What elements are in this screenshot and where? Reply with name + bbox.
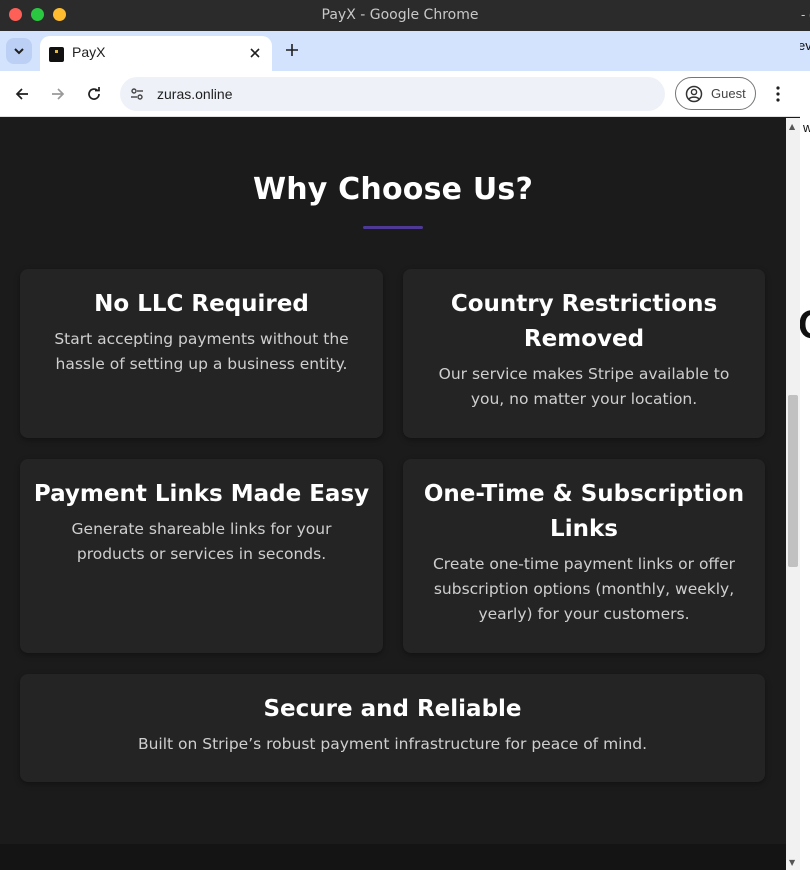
tab-close-button[interactable]	[246, 44, 264, 62]
close-icon	[250, 48, 260, 58]
plus-icon	[286, 44, 298, 56]
background-window-text: w	[803, 120, 810, 135]
footer-section	[0, 844, 786, 870]
scrollbar-thumb[interactable]	[788, 395, 798, 567]
account-circle-icon	[685, 85, 703, 103]
tab-payx[interactable]: PayX	[40, 36, 272, 71]
background-window: - ( ev w C	[800, 0, 810, 870]
feature-card-description: Built on Stripe’s robust payment infrast…	[137, 735, 648, 753]
page-scrollbar[interactable]: ▲ ▼	[786, 118, 800, 870]
feature-card-title: Secure and Reliable	[263, 696, 522, 722]
feature-card-description: Our service makes Stripe available to yo…	[438, 365, 730, 408]
profile-label: Guest	[711, 86, 746, 101]
payx-favicon-icon	[49, 47, 64, 62]
chevron-down-icon	[14, 48, 24, 55]
background-window-text: C	[800, 303, 810, 348]
background-window-text: ev	[800, 38, 810, 53]
tune-icon	[131, 88, 143, 100]
address-bar[interactable]: zuras.online	[120, 77, 665, 111]
more-vert-icon	[776, 86, 780, 102]
browser-toolbar: zuras.online Guest	[0, 71, 800, 117]
feature-card-description: Generate shareable links for your produc…	[71, 520, 332, 563]
feature-card: Country Restrictions Removed Our service…	[403, 269, 765, 438]
forward-button[interactable]	[47, 83, 69, 105]
feature-card-description: Start accepting payments without the has…	[54, 330, 349, 373]
feature-card-title: Country Restrictions Removed	[450, 291, 718, 352]
site-info-button[interactable]	[128, 85, 146, 103]
feature-card-title: No LLC Required	[94, 291, 309, 317]
feature-card-title: One-Time & Subscription Links	[423, 481, 745, 542]
reload-button[interactable]	[83, 83, 105, 105]
window-titlebar: PayX - Google Chrome	[0, 0, 800, 31]
scroll-down-arrow-icon[interactable]: ▼	[789, 858, 795, 867]
feature-card: Payment Links Made Easy Generate shareab…	[20, 459, 383, 653]
arrow-right-icon	[52, 88, 65, 100]
arrow-left-icon	[15, 88, 28, 100]
background-window-text: - (	[801, 7, 810, 22]
back-button[interactable]	[11, 83, 33, 105]
tab-search-button[interactable]	[6, 38, 32, 64]
section-heading: Why Choose Us?	[252, 172, 534, 207]
new-tab-button[interactable]	[282, 40, 302, 60]
feature-card-description: Create one-time payment links or offer s…	[432, 555, 736, 623]
tab-strip: PayX	[0, 31, 800, 71]
scroll-up-arrow-icon[interactable]: ▲	[789, 122, 795, 131]
page-viewport: Why Choose Us? No LLC Required Start acc…	[0, 118, 786, 870]
reload-icon	[88, 87, 100, 100]
feature-card: One-Time & Subscription Links Create one…	[403, 459, 765, 653]
feature-card: No LLC Required Start accepting payments…	[20, 269, 383, 438]
heading-underline	[363, 226, 423, 229]
feature-card: Secure and Reliable Built on Stripe’s ro…	[20, 674, 765, 782]
feature-card-title: Payment Links Made Easy	[33, 481, 370, 507]
tab-title: PayX	[72, 44, 106, 60]
window-title: PayX - Google Chrome	[321, 7, 479, 23]
browser-menu-button[interactable]	[768, 83, 788, 105]
url-text: zuras.online	[157, 86, 233, 102]
profile-button[interactable]: Guest	[675, 77, 756, 110]
